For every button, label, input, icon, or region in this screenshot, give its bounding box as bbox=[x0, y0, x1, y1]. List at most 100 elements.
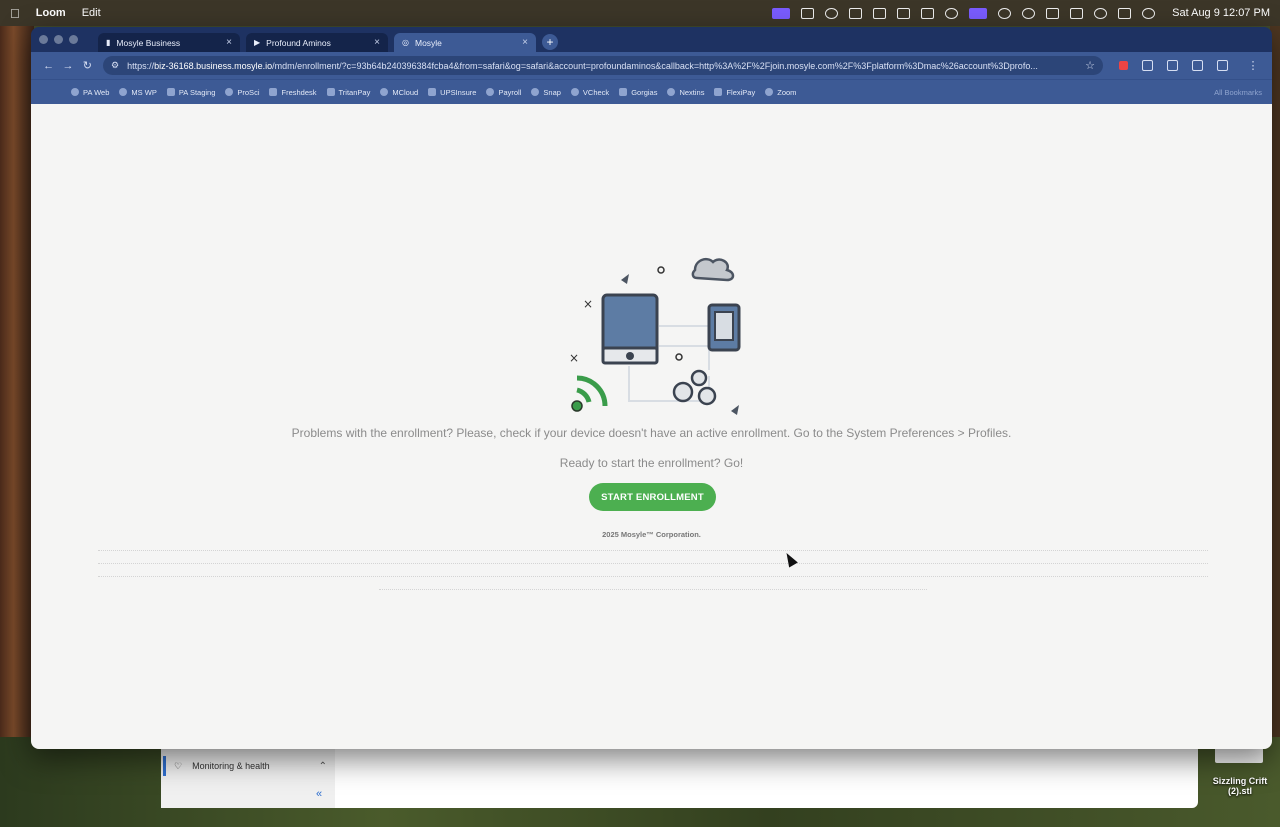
enrollment-problem-message: Problems with the enrollment? Please, ch… bbox=[291, 426, 1012, 440]
bookmark-tritanpay[interactable]: TritanPay bbox=[326, 87, 371, 97]
bookmark-label: MS WP bbox=[131, 87, 157, 97]
tab-close-icon[interactable]: × bbox=[226, 37, 232, 48]
profile-avatar-icon[interactable] bbox=[1216, 60, 1228, 71]
app-menu-name[interactable]: Loom bbox=[36, 7, 66, 19]
forward-arrow-icon[interactable]: → bbox=[58, 60, 77, 72]
freshdesk-icon bbox=[269, 88, 278, 96]
bookmark-gorgias[interactable]: Gorgias bbox=[619, 88, 657, 97]
extensions-puzzle-icon[interactable] bbox=[1141, 60, 1153, 71]
play-favicon-icon: ▶ bbox=[254, 38, 261, 47]
bookmark-label: Zoom bbox=[777, 87, 797, 97]
bookmark-flexipay[interactable]: FlexiPay bbox=[714, 88, 755, 97]
url-text[interactable]: https://biz-36168.business.mosyle.io/mdm… bbox=[127, 61, 1038, 71]
check-icon bbox=[570, 88, 579, 96]
address-bar[interactable]: ⚙ https://biz-36168.business.mosyle.io/m… bbox=[102, 56, 1103, 75]
bookmark-vcheck[interactable]: VCheck bbox=[570, 87, 610, 97]
more-menu-icon[interactable]: ⋮ bbox=[1242, 59, 1264, 72]
sidebar-item-monitoring[interactable]: ♡ Monitoring & health ⌃ bbox=[163, 756, 333, 776]
bookmark-label: Snap bbox=[543, 87, 561, 97]
contrast-icon[interactable] bbox=[873, 7, 887, 19]
enrollment-ready-message: Ready to start the enrollment? Go! bbox=[559, 456, 744, 470]
bookmark-label: PA Web bbox=[83, 87, 110, 97]
bookmark-ms-wp[interactable]: MS WP bbox=[119, 87, 157, 97]
spotlight-search-icon[interactable] bbox=[1094, 7, 1108, 19]
globe-icon bbox=[71, 88, 79, 96]
bookmark-mcloud[interactable]: MCloud bbox=[380, 88, 418, 97]
gears-icon bbox=[672, 369, 717, 406]
bookmark-label: ProSci bbox=[237, 87, 260, 97]
site-settings-icon[interactable]: ⚙ bbox=[111, 60, 119, 71]
stage-manager-icon[interactable] bbox=[969, 7, 988, 19]
heart-monitor-icon: ♡ bbox=[174, 760, 183, 771]
staging-icon bbox=[166, 88, 175, 96]
new-tab-button[interactable]: + bbox=[542, 33, 558, 50]
tab-close-icon[interactable]: × bbox=[522, 37, 528, 48]
cloud-icon bbox=[691, 258, 735, 282]
bookmark-pa-web[interactable]: PA Web bbox=[71, 88, 109, 97]
zoom-window-button[interactable] bbox=[69, 35, 78, 44]
app-status-icon[interactable] bbox=[801, 7, 815, 19]
tab-mosyle[interactable]: ◎ Mosyle × bbox=[394, 33, 536, 52]
sidebar-collapse-button[interactable]: « bbox=[316, 788, 322, 800]
desktop-file-label[interactable]: Sizzling Crift (2).stl bbox=[1208, 776, 1272, 796]
mosyle-favicon-icon: ▮ bbox=[106, 38, 111, 47]
footer-divider bbox=[98, 576, 1208, 577]
bookmark-payroll[interactable]: Payroll bbox=[486, 88, 521, 97]
display-icon[interactable] bbox=[921, 7, 935, 19]
download-icon[interactable] bbox=[1191, 60, 1203, 71]
menubar-clock[interactable]: Sat Aug 9 12:07 PM bbox=[1172, 7, 1270, 19]
status-tray: Sat Aug 9 12:07 PM bbox=[772, 7, 1270, 19]
bookmark-label: Gorgias bbox=[631, 87, 658, 97]
bookmark-zoom[interactable]: Zoom bbox=[765, 88, 796, 97]
start-enrollment-button[interactable]: START ENROLLMENT bbox=[589, 483, 716, 511]
n-logo-icon bbox=[667, 88, 676, 96]
siri-icon[interactable] bbox=[1142, 7, 1156, 19]
extension-icons: ⋮ bbox=[1118, 59, 1264, 72]
tab-close-icon[interactable]: × bbox=[374, 37, 380, 48]
bookmark-nextins[interactable]: Nextins bbox=[667, 88, 704, 97]
bookmark-upsinsure[interactable]: UPSInsure bbox=[428, 88, 476, 97]
svg-text:×: × bbox=[583, 297, 593, 311]
background-app-window: ♡ Monitoring & health ⌃ « bbox=[161, 748, 1198, 808]
back-arrow-icon[interactable]: ← bbox=[39, 60, 58, 72]
chevron-up-icon[interactable]: ⌃ bbox=[319, 761, 327, 772]
control-center-icon[interactable] bbox=[1118, 7, 1132, 19]
vpn-icon[interactable] bbox=[945, 7, 959, 19]
footer-divider bbox=[379, 589, 927, 590]
bookmark-label: TritanPay bbox=[338, 87, 371, 97]
all-bookmarks-button[interactable]: All Bookmarks bbox=[1214, 88, 1262, 97]
desktop-wallpaper-tree bbox=[0, 26, 34, 827]
bookmark-star-icon[interactable]: ☆ bbox=[1085, 59, 1095, 72]
bookmark-freshdesk[interactable]: Freshdesk bbox=[269, 88, 317, 97]
reload-icon[interactable]: ↻ bbox=[78, 59, 97, 72]
sidebar-item-label: Monitoring & health bbox=[192, 761, 270, 771]
lifeguard-icon[interactable] bbox=[897, 7, 911, 19]
target-icon[interactable] bbox=[825, 7, 839, 19]
link-icon[interactable] bbox=[1046, 7, 1060, 19]
wallet-icon bbox=[714, 88, 723, 96]
globe-favicon-icon: ◎ bbox=[402, 38, 409, 47]
screen-record-icon[interactable] bbox=[772, 7, 791, 19]
cloud-icon[interactable] bbox=[998, 7, 1012, 19]
close-window-button[interactable] bbox=[39, 35, 48, 44]
background-sidebar: ♡ Monitoring & health ⌃ « bbox=[161, 748, 335, 808]
menu-edit[interactable]: Edit bbox=[82, 7, 101, 19]
tab-mosyle-business[interactable]: ▮ Mosyle Business × bbox=[98, 33, 240, 52]
bookmark-label: VCheck bbox=[582, 87, 610, 97]
svg-text:×: × bbox=[569, 351, 579, 365]
macos-menubar:  Loom Edit Sat Aug 9 12:07 PM bbox=[0, 0, 1280, 26]
bookmarks-bar: PA Web MS WP PA Staging ProSci Freshdesk… bbox=[31, 79, 1272, 104]
tab-profound-aminos[interactable]: ▶ Profound Aminos × bbox=[246, 33, 388, 52]
apple-menu-icon[interactable]:  bbox=[10, 6, 20, 21]
minimize-window-button[interactable] bbox=[54, 35, 63, 44]
time-machine-icon[interactable] bbox=[1022, 7, 1036, 19]
bookmark-pa-staging[interactable]: PA Staging bbox=[166, 88, 215, 97]
battery-icon[interactable] bbox=[1070, 7, 1084, 19]
pdf-extension-icon[interactable] bbox=[1118, 61, 1128, 70]
bookmark-prosci[interactable]: ProSci bbox=[225, 88, 259, 97]
footer-divider bbox=[98, 550, 1208, 551]
side-panel-icon[interactable] bbox=[1166, 60, 1178, 71]
bookmark-snap[interactable]: Snap bbox=[531, 88, 561, 97]
video-camera-icon bbox=[765, 88, 774, 96]
u-icon[interactable] bbox=[849, 7, 863, 19]
